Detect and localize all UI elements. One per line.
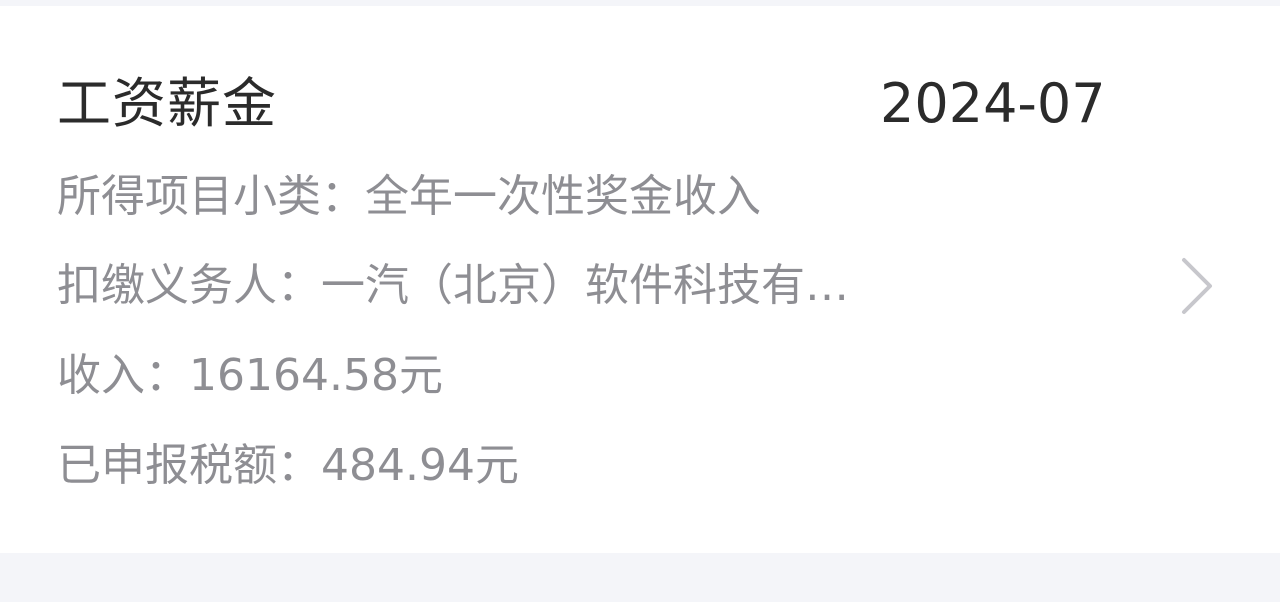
subcategory-row: 所得项目小类：全年一次性奖金收入 bbox=[57, 167, 761, 227]
period-date: 2024-07 bbox=[880, 72, 1106, 135]
income-row: 收入：16164.58元 bbox=[57, 346, 443, 406]
subcategory-value: 全年一次性奖金收入 bbox=[365, 171, 761, 222]
income-value: 16164.58元 bbox=[189, 350, 443, 401]
tax-record-card[interactable]: 工资薪金 2024-07 所得项目小类：全年一次性奖金收入 扣缴义务人：一汽（北… bbox=[0, 6, 1280, 553]
subcategory-label: 所得项目小类： bbox=[57, 171, 365, 222]
withholder-row: 扣缴义务人：一汽（北京）软件科技有… bbox=[57, 256, 987, 316]
income-label: 收入： bbox=[57, 350, 189, 401]
declared-tax-label: 已申报税额： bbox=[57, 440, 321, 491]
withholder-value: 一汽（北京）软件科技有… bbox=[321, 260, 849, 311]
chevron-right-icon[interactable] bbox=[1170, 256, 1218, 316]
income-type-title: 工资薪金 bbox=[57, 72, 277, 135]
declared-tax-value: 484.94元 bbox=[321, 440, 519, 491]
withholder-label: 扣缴义务人： bbox=[57, 260, 321, 311]
page: 工资薪金 2024-07 所得项目小类：全年一次性奖金收入 扣缴义务人：一汽（北… bbox=[0, 0, 1280, 602]
declared-tax-row: 已申报税额：484.94元 bbox=[57, 436, 519, 496]
